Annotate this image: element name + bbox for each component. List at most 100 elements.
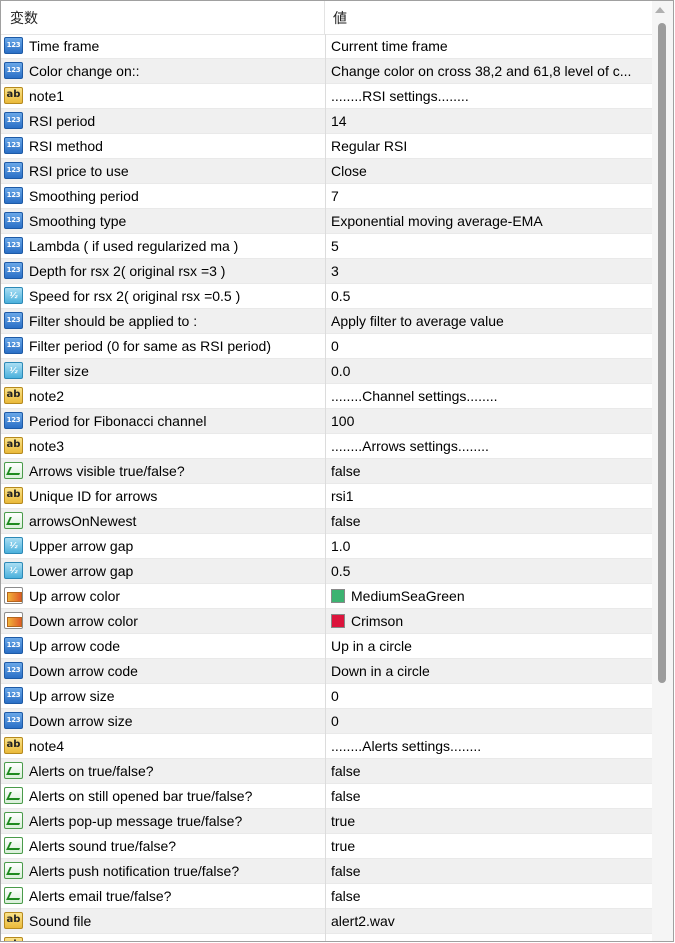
parameter-value[interactable] [331,934,649,941]
parameter-row[interactable]: ab note3 ........Arrows settings........ [1,434,652,459]
parameter-row[interactable]: ab note4 ........Alerts settings........ [1,734,652,759]
parameter-name: Alerts pop-up message true/false? [29,813,243,829]
parameter-value[interactable]: 0 [331,684,649,708]
parameter-row[interactable]: 123 RSI price to use Close [1,159,652,184]
parameter-value-text: 14 [331,113,347,129]
parameter-row[interactable]: ab Unique ID for arrows rsi1 [1,484,652,509]
parameter-name: Up arrow color [29,588,121,604]
parameter-row[interactable]: 123 Lambda ( if used regularized ma ) 5 [1,234,652,259]
parameter-row[interactable]: Alerts on true/false? false [1,759,652,784]
parameter-row[interactable]: 123 Smoothing type Exponential moving aver… [1,209,652,234]
parameter-row[interactable]: Down arrow color Crimson [1,609,652,634]
parameter-value[interactable]: Regular RSI [331,134,649,158]
parameter-value[interactable]: 7 [331,184,649,208]
parameter-value[interactable]: false [331,884,649,908]
parameter-value[interactable]: 3 [331,259,649,283]
parameter-value[interactable]: true [331,809,649,833]
parameter-row[interactable]: Up arrow color MediumSeaGreen [1,584,652,609]
color-swatch[interactable] [331,614,345,628]
parameter-row[interactable]: ½ Filter size 0.0 [1,359,652,384]
parameter-value-text: true [331,813,356,829]
parameter-row[interactable]: 123 Up arrow size 0 [1,684,652,709]
column-divider [325,809,326,834]
parameter-value[interactable]: 0.5 [331,559,649,583]
parameter-row[interactable]: Alerts sound true/false? true [1,834,652,859]
parameter-value[interactable]: true [331,834,649,858]
parameter-value[interactable]: 0 [331,709,649,733]
parameter-value[interactable]: 14 [331,109,649,133]
string-type-icon: ab [4,87,23,104]
parameter-value-text: alert2.wav [331,913,395,929]
parameter-row[interactable]: 123 Color change on:: Change color on cros… [1,59,652,84]
parameter-row[interactable]: 123 Time frame Current time frame [1,34,652,59]
parameter-row[interactable]: 123 Filter should be applied to : Apply fi… [1,309,652,334]
parameter-row[interactable]: Arrows visible true/false? false [1,459,652,484]
scrollbar-thumb[interactable] [658,23,666,683]
parameter-row[interactable]: 123 Down arrow size 0 [1,709,652,734]
parameter-value[interactable]: Exponential moving average-EMA [331,209,649,233]
parameter-name: Filter size [29,363,89,379]
parameter-value[interactable]: ........RSI settings........ [331,84,649,108]
parameter-value[interactable]: ........Channel settings........ [331,384,649,408]
parameter-row[interactable]: ½ Lower arrow gap 0.5 [1,559,652,584]
parameter-value[interactable]: Up in a circle [331,634,649,658]
color-swatch[interactable] [331,589,345,603]
parameter-row[interactable]: 123 Period for Fibonacci channel 100 [1,409,652,434]
parameter-row[interactable]: 123 RSI method Regular RSI [1,134,652,159]
parameter-row[interactable]: Alerts push notification true/false? fals… [1,859,652,884]
column-header-variable[interactable]: 変数 [1,1,325,34]
parameter-value[interactable]: 5 [331,234,649,258]
parameter-value[interactable]: ........Arrows settings........ [331,434,649,458]
column-divider [325,734,326,759]
parameter-row[interactable]: Alerts pop-up message true/false? true [1,809,652,834]
parameter-row[interactable]: arrowsOnNewest false [1,509,652,534]
parameter-row[interactable]: Alerts on still opened bar true/false? fa… [1,784,652,809]
parameter-row[interactable]: ab note2 ........Channel settings........ [1,384,652,409]
parameter-value[interactable]: 0 [331,334,649,358]
parameter-value[interactable]: 1.0 [331,534,649,558]
column-header-value[interactable]: 値 [325,1,652,34]
parameter-row[interactable]: ab Sound file alert2.wav [1,909,652,934]
parameter-row[interactable]: 123 Smoothing period 7 [1,184,652,209]
parameter-value[interactable]: 100 [331,409,649,433]
parameter-value[interactable]: ........Alerts settings........ [331,734,649,758]
parameter-row[interactable]: ½ Speed for rsx 2( original rsx =0.5 ) 0.5 [1,284,652,309]
parameter-name: Lower arrow gap [29,563,134,579]
parameter-row[interactable]: 123 RSI period 14 [1,109,652,134]
parameter-value[interactable]: false [331,509,649,533]
string-type-icon: ab [4,937,23,941]
parameter-name: note1 [29,88,65,104]
parameter-value-text: Crimson [351,613,404,629]
parameter-row[interactable]: ab [1,934,652,941]
parameter-value[interactable]: false [331,759,649,783]
parameter-value[interactable]: Crimson [331,609,649,633]
parameter-value-text: ........Channel settings........ [331,388,498,404]
parameter-value[interactable]: alert2.wav [331,909,649,933]
parameter-value[interactable]: Current time frame [331,34,649,58]
parameter-value[interactable]: rsi1 [331,484,649,508]
parameter-row[interactable]: ½ Upper arrow gap 1.0 [1,534,652,559]
boolean-type-icon [4,887,23,904]
parameter-value[interactable]: false [331,859,649,883]
parameter-row[interactable]: ab note1 ........RSI settings........ [1,84,652,109]
parameter-value[interactable]: Down in a circle [331,659,649,683]
parameter-value[interactable]: Change color on cross 38,2 and 61,8 leve… [331,59,649,83]
parameter-value[interactable]: Apply filter to average value [331,309,649,333]
parameter-value-text: 5 [331,238,339,254]
parameter-row[interactable]: 123 Depth for rsx 2( original rsx =3 ) 3 [1,259,652,284]
parameter-value[interactable]: false [331,459,649,483]
parameter-row[interactable]: Alerts email true/false? false [1,884,652,909]
parameter-value-text: Down in a circle [331,663,430,679]
parameter-value[interactable]: MediumSeaGreen [331,584,649,608]
scroll-up-arrow-icon[interactable] [655,7,665,13]
parameter-value[interactable]: 0.5 [331,284,649,308]
column-divider [325,634,326,659]
parameter-value[interactable]: false [331,784,649,808]
parameter-name: Time frame [29,38,100,54]
parameter-value[interactable]: Close [331,159,649,183]
parameter-row[interactable]: 123 Filter period (0 for same as RSI peri… [1,334,652,359]
parameter-row[interactable]: 123 Up arrow code Up in a circle [1,634,652,659]
parameter-value[interactable]: 0.0 [331,359,649,383]
column-divider [325,184,326,209]
parameter-row[interactable]: 123 Down arrow code Down in a circle [1,659,652,684]
